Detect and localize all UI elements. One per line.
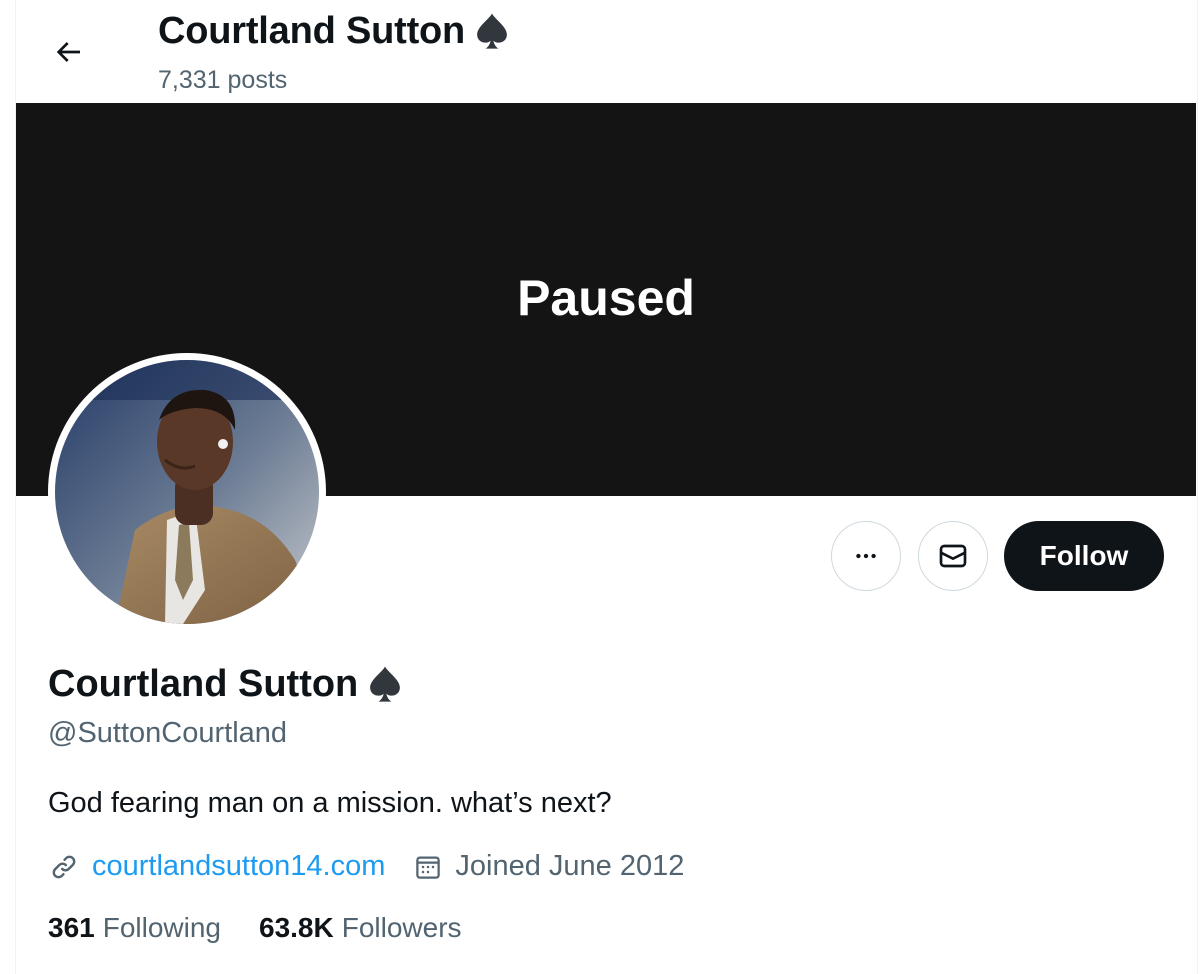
header-name: Courtland Sutton <box>158 10 466 52</box>
profile-bio: God fearing man on a mission. what’s nex… <box>48 787 612 819</box>
following-link[interactable]: 361 Following <box>48 912 221 944</box>
followers-label: Followers <box>341 912 462 943</box>
joined-item: Joined June 2012 <box>413 850 684 883</box>
followers-count: 63.8K <box>259 912 334 943</box>
header-title: Courtland Sutton <box>158 10 513 53</box>
following-label: Following <box>102 912 221 943</box>
calendar-icon <box>416 856 441 879</box>
profile-meta: courtlandsutton14.com Joined June 2012 <box>48 850 684 883</box>
follow-button[interactable]: Follow <box>1004 521 1164 591</box>
profile-stats: 361 Following 63.8K Followers <box>48 912 462 944</box>
followers-link[interactable]: 63.8K Followers <box>259 912 462 944</box>
link-icon <box>52 855 76 878</box>
message-button[interactable] <box>918 521 988 591</box>
more-options-button[interactable] <box>831 521 901 591</box>
profile-name-row: Courtland Sutton <box>48 663 406 706</box>
avatar-image <box>55 360 319 624</box>
profile-handle: @SuttonCourtland <box>48 717 288 749</box>
more-horizontal-icon <box>856 553 876 559</box>
spade-icon <box>364 664 406 706</box>
profile-display-name: Courtland Sutton <box>48 663 359 705</box>
avatar[interactable] <box>48 353 326 631</box>
banner-paused-label: Paused <box>517 269 695 326</box>
website-item: courtlandsutton14.com <box>48 850 385 883</box>
back-button[interactable] <box>38 22 98 82</box>
header-post-count: 7,331 posts <box>158 66 288 94</box>
website-link[interactable]: courtlandsutton14.com <box>92 850 385 883</box>
mail-icon <box>939 544 967 568</box>
spade-icon <box>471 11 513 53</box>
back-arrow-icon <box>56 42 80 62</box>
following-count: 361 <box>48 912 95 943</box>
joined-date: Joined June 2012 <box>455 850 685 882</box>
